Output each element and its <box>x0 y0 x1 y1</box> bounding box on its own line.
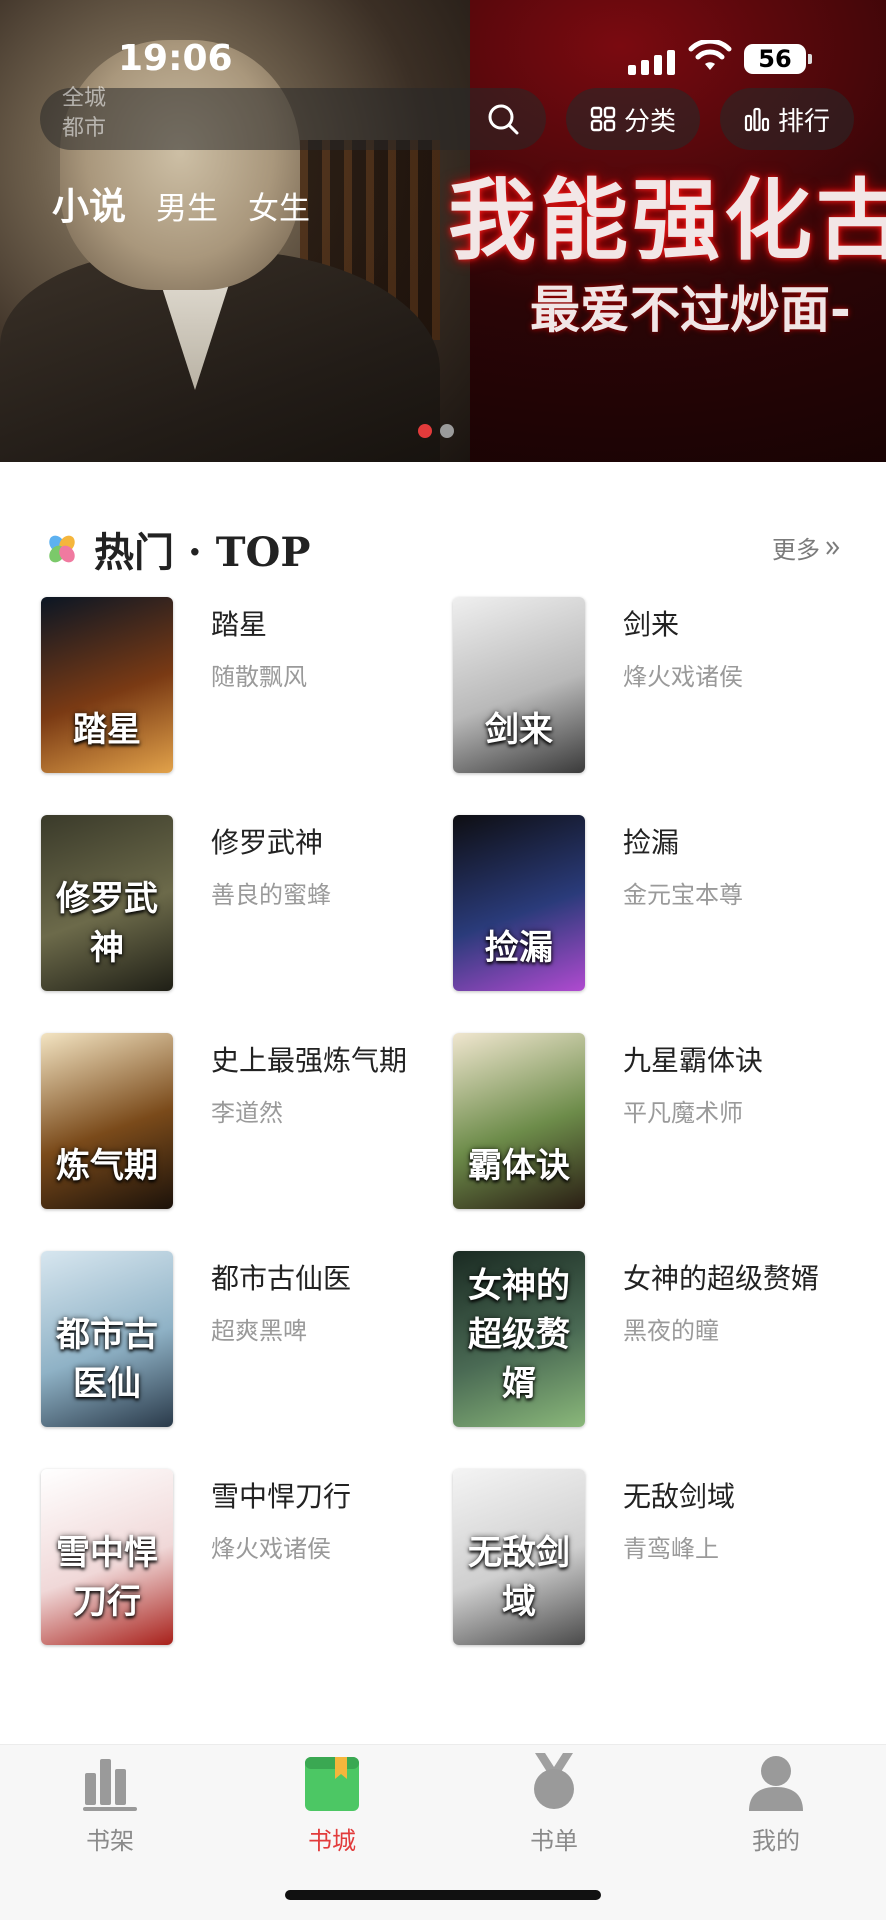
book-cover[interactable]: 炼气期 <box>41 1033 173 1209</box>
book-author: 超爽黑啤 <box>211 1317 307 1345</box>
tab-male[interactable]: 男生 <box>156 183 218 228</box>
book-card[interactable]: 踏星 踏星 随散飘风 <box>41 597 441 777</box>
nav-bookstore[interactable]: 书城 <box>252 1751 412 1861</box>
banner-subtitle: 最爱不过炒面- <box>530 281 851 339</box>
book-card[interactable]: 剑来 剑来 烽火戏诸侯 <box>453 597 853 777</box>
wifi-icon <box>688 40 732 70</box>
book-cover-text: 剑来 <box>485 710 553 750</box>
book-card[interactable]: 修罗武神 修罗武神 善良的蜜蜂 <box>41 815 441 995</box>
tab-female[interactable]: 女生 <box>248 183 310 228</box>
book-cover-text: 捡漏 <box>485 928 553 968</box>
book-cover-text: 炼气期 <box>56 1146 158 1186</box>
bookstore-icon <box>305 1757 359 1811</box>
nav-label: 书单 <box>530 1827 578 1855</box>
status-time: 19:06 <box>118 38 233 79</box>
category-label: 分类 <box>623 106 676 137</box>
book-cover[interactable]: 雪中悍刀行 <box>41 1469 173 1645</box>
book-cover[interactable]: 踏星 <box>41 597 173 773</box>
banner-dot <box>440 424 454 438</box>
book-title[interactable]: 剑来 <box>623 603 679 643</box>
nav-label: 书城 <box>308 1827 356 1855</box>
book-title[interactable]: 无敌剑域 <box>623 1475 735 1515</box>
book-cover[interactable]: 无敌剑域 <box>453 1469 585 1645</box>
search-icon[interactable] <box>486 102 520 136</box>
nav-booklist[interactable]: 书单 <box>474 1751 634 1861</box>
medal-icon <box>534 1753 574 1809</box>
tab-novel[interactable]: 小说 <box>52 176 126 230</box>
book-cover[interactable]: 霸体诀 <box>453 1033 585 1209</box>
book-title[interactable]: 捡漏 <box>623 821 679 861</box>
book-author: 随散飘风 <box>211 663 307 691</box>
ranking-label: 排行 <box>777 106 830 137</box>
book-title[interactable]: 都市古仙医 <box>211 1257 351 1297</box>
search-ghost-text: 全城 都市 <box>62 86 107 141</box>
bookshelf-icon <box>83 1759 137 1811</box>
book-cover-text: 霸体诀 <box>468 1146 570 1186</box>
book-card[interactable]: 霸体诀 九星霸体诀 平凡魔术师 <box>453 1033 853 1213</box>
banner-dot-active <box>418 424 432 438</box>
book-title[interactable]: 九星霸体诀 <box>623 1039 763 1079</box>
book-author: 平凡魔术师 <box>623 1099 743 1127</box>
book-cover-text: 踏星 <box>73 710 141 750</box>
book-author: 善良的蜜蜂 <box>211 881 331 909</box>
home-indicator[interactable] <box>285 1890 601 1900</box>
book-cover-text: 无敌剑域 <box>468 1533 570 1622</box>
book-cover[interactable]: 剑来 <box>453 597 585 773</box>
double-chevron-right-icon <box>826 540 840 555</box>
book-card[interactable]: 无敌剑域 无敌剑域 青鸾峰上 <box>453 1469 853 1649</box>
book-author: 烽火戏诸侯 <box>623 663 743 691</box>
bar-chart-icon <box>744 107 770 132</box>
hot-top-section: 热门 · TOP 更多 踏星 踏星 随散飘风 剑来 剑来 烽火戏诸侯 修罗武神 … <box>0 462 886 1744</box>
more-label: 更多 <box>772 536 820 564</box>
section-header: 热门 · TOP <box>46 524 310 576</box>
pinwheel-logo-icon <box>49 535 75 563</box>
book-title[interactable]: 女神的超级赘婿 <box>623 1257 819 1297</box>
search-bar[interactable]: 全城 都市 <box>40 86 546 150</box>
book-cover[interactable]: 捡漏 <box>453 815 585 991</box>
nav-label: 书架 <box>86 1827 134 1855</box>
book-cover-text: 都市古医仙 <box>56 1315 158 1404</box>
battery-indicator: 56 <box>744 44 812 74</box>
banner-title: 我能强化古 <box>448 168 886 272</box>
ranking-button[interactable]: 排行 <box>720 88 854 150</box>
profile-icon <box>749 1756 803 1811</box>
book-title[interactable]: 修罗武神 <box>211 821 323 861</box>
book-title[interactable]: 雪中悍刀行 <box>211 1475 351 1515</box>
section-title: 热门 · TOP <box>94 529 311 576</box>
more-link[interactable]: 更多 <box>772 530 842 565</box>
channel-tabs: 小说 男生 女生 <box>52 176 310 230</box>
book-card[interactable]: 都市古医仙 都市古仙医 超爽黑啤 <box>41 1251 441 1431</box>
grid-icon <box>590 106 616 132</box>
book-author: 李道然 <box>211 1099 283 1127</box>
book-cover[interactable]: 修罗武神 <box>41 815 173 991</box>
nav-bookshelf[interactable]: 书架 <box>30 1751 190 1861</box>
book-author: 金元宝本尊 <box>623 881 743 909</box>
book-card[interactable]: 雪中悍刀行 雪中悍刀行 烽火戏诸侯 <box>41 1469 441 1649</box>
book-author: 烽火戏诸侯 <box>211 1535 331 1563</box>
nav-label: 我的 <box>752 1827 800 1855</box>
book-card[interactable]: 炼气期 史上最强炼气期 李道然 <box>41 1033 441 1213</box>
book-cover[interactable]: 女神的超级赘婿 <box>453 1251 585 1427</box>
book-card[interactable]: 女神的超级赘婿 女神的超级赘婿 黑夜的瞳 <box>453 1251 853 1431</box>
banner-pagination <box>418 424 454 438</box>
nav-profile[interactable]: 我的 <box>696 1751 856 1861</box>
book-cover-text: 雪中悍刀行 <box>56 1533 158 1622</box>
cellular-signal-icon <box>628 50 675 75</box>
book-card[interactable]: 捡漏 捡漏 金元宝本尊 <box>453 815 853 995</box>
book-cover[interactable]: 都市古医仙 <box>41 1251 173 1427</box>
book-cover-text: 女神的超级赘婿 <box>468 1266 570 1404</box>
book-cover-text: 修罗武神 <box>56 879 158 968</box>
book-title[interactable]: 史上最强炼气期 <box>211 1039 407 1079</box>
book-author: 青鸾峰上 <box>623 1535 719 1563</box>
book-title[interactable]: 踏星 <box>211 603 267 643</box>
book-author: 黑夜的瞳 <box>623 1317 719 1345</box>
category-button[interactable]: 分类 <box>566 88 700 150</box>
